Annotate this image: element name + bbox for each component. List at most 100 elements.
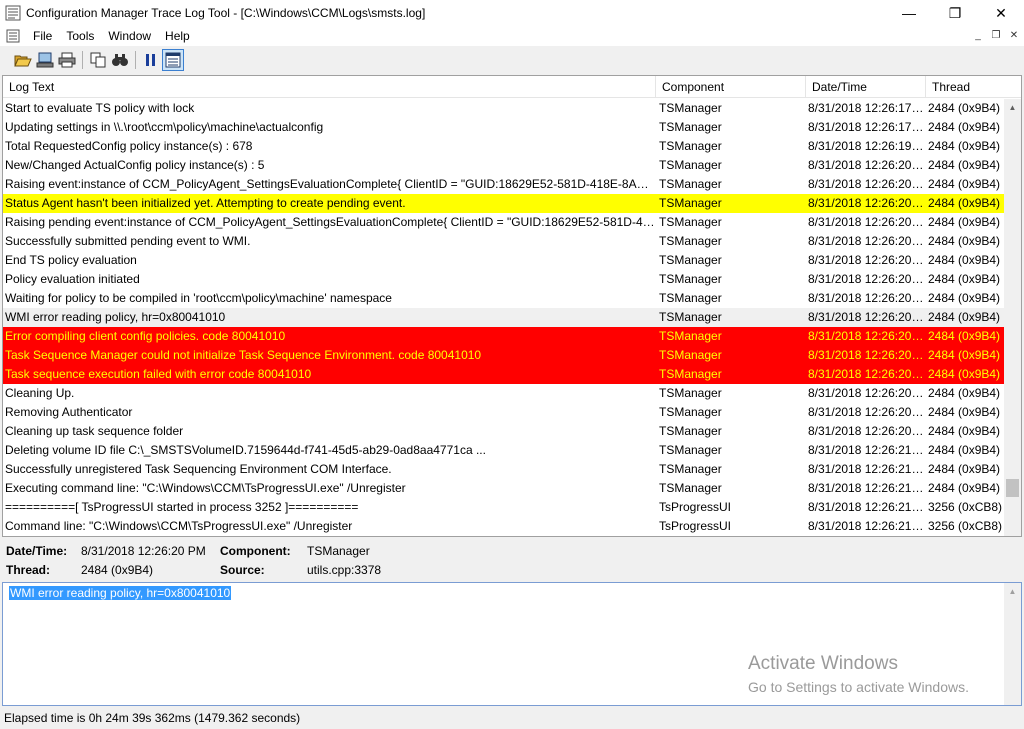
scroll-up-icon[interactable]: ▲ [1004,99,1021,116]
cell-datetime: 8/31/2018 12:26:20 PM [808,348,926,362]
print-icon[interactable] [56,49,78,71]
list-scrollbar[interactable]: ▲ [1004,99,1021,536]
cell-component: TSManager [659,158,722,172]
cell-thread: 2484 (0x9B4) [928,405,1001,419]
table-row[interactable]: Raising pending event:instance of CCM_Po… [3,213,1006,232]
table-row[interactable]: New/Changed ActualConfig policy instance… [3,156,1006,175]
table-row[interactable]: Policy evaluation initiated TSManager 8/31… [3,270,1006,289]
details-panel: Date/Time: 8/31/2018 12:26:20 PM Thread:… [0,538,1024,582]
table-row[interactable]: Total RequestedConfig policy instance(s)… [3,137,1006,156]
table-row[interactable]: End TS policy evaluation TSManager 8/31/20… [3,251,1006,270]
mdi-close-button[interactable]: ✕ [1006,28,1022,42]
pause-icon[interactable] [140,49,162,71]
cell-component: TSManager [659,120,722,134]
selected-message-text[interactable]: WMI error reading policy, hr=0x80041010 [9,586,232,600]
cell-thread: 2484 (0x9B4) [928,139,1001,153]
close-button[interactable]: ✕ [978,0,1024,26]
cell-log-text: ==========[ TsProgressUI started in proc… [5,500,359,514]
cell-thread: 2484 (0x9B4) [928,234,1001,248]
message-scrollbar[interactable]: ▲ [1004,583,1021,705]
cell-component: TSManager [659,272,722,286]
mdi-restore-button[interactable]: ❐ [988,28,1004,42]
cell-log-text: Policy evaluation initiated [5,272,140,286]
thread-label: Thread: [6,563,51,577]
table-row[interactable]: Cleaning Up. TSManager 8/31/2018 12:26:20 … [3,384,1006,403]
cell-datetime: 8/31/2018 12:26:21 PM [808,443,926,457]
cell-log-text: Deleting volume ID file C:\_SMSTSVolumeI… [5,443,486,457]
cell-log-text: Successfully submitted pending event to … [5,234,251,248]
table-row[interactable]: WMI error reading policy, hr=0x80041010 T… [3,308,1006,327]
scroll-thumb[interactable] [1006,479,1019,497]
open-icon[interactable] [12,49,34,71]
cell-thread: 2484 (0x9B4) [928,367,1001,381]
mdi-minimize-button[interactable]: _ [970,28,986,42]
table-row[interactable]: Updating settings in \\.\root\ccm\policy… [3,118,1006,137]
table-row[interactable]: Error compiling client config policies. … [3,327,1006,346]
table-row[interactable]: Successfully submitted pending event to … [3,232,1006,251]
show-details-icon[interactable] [162,49,184,71]
table-row[interactable]: Task Sequence Manager could not initiali… [3,346,1006,365]
cell-component: TSManager [659,481,722,495]
cell-thread: 2484 (0x9B4) [928,101,1001,115]
cell-component: TSManager [659,424,722,438]
table-row[interactable]: Command line: "C:\Windows\CCM\TsProgress… [3,517,1006,536]
column-header-log-text[interactable]: Log Text [3,76,656,98]
column-header-thread[interactable]: Thread [926,76,1021,98]
open-remote-icon[interactable] [34,49,56,71]
cell-thread: 3256 (0xCB8) [928,519,1003,533]
table-row[interactable]: Task sequence execution failed with erro… [3,365,1006,384]
cell-thread: 2484 (0x9B4) [928,177,1001,191]
scroll-up-icon[interactable]: ▲ [1004,583,1021,600]
cell-log-text: Task sequence execution failed with erro… [5,367,312,381]
cell-log-text: WMI error reading policy, hr=0x80041010 [5,310,226,324]
table-row[interactable]: Cleaning up task sequence folder TSManage… [3,422,1006,441]
toolbar-separator [82,51,83,69]
title-bar: Configuration Manager Trace Log Tool - [… [0,0,1024,26]
cell-log-text: Raising event:instance of CCM_PolicyAgen… [5,177,656,191]
cell-thread: 2484 (0x9B4) [928,120,1001,134]
log-list[interactable]: Log Text Component Date/Time Thread Star… [2,75,1022,537]
find-icon[interactable] [109,49,131,71]
table-row[interactable]: Status Agent hasn't been initialized yet… [3,194,1006,213]
cell-thread: 2484 (0x9B4) [928,158,1001,172]
component-label: Component: [220,544,291,558]
cell-datetime: 8/31/2018 12:26:20 PM [808,386,926,400]
cell-log-text: Error compiling client config policies. … [5,329,286,343]
window-title: Configuration Manager Trace Log Tool - [… [26,6,426,20]
table-row[interactable]: Start to evaluate TS policy with lock TSM… [3,99,1006,118]
cell-component: TSManager [659,405,722,419]
cell-component: TSManager [659,443,722,457]
list-header: Log Text Component Date/Time Thread [3,76,1021,98]
copy-icon[interactable] [87,49,109,71]
cell-component: TSManager [659,310,722,324]
table-row[interactable]: Removing Authenticator TSManager 8/31/2018… [3,403,1006,422]
cell-datetime: 8/31/2018 12:26:20 PM [808,405,926,419]
table-row[interactable]: Raising event:instance of CCM_PolicyAgen… [3,175,1006,194]
cell-log-text: Status Agent hasn't been initialized yet… [5,196,406,210]
cell-log-text: Removing Authenticator [5,405,133,419]
cell-log-text: Waiting for policy to be compiled in 'ro… [5,291,392,305]
column-header-datetime[interactable]: Date/Time [806,76,926,98]
menu-window[interactable]: Window [101,29,158,43]
column-header-component[interactable]: Component [656,76,806,98]
cell-thread: 2484 (0x9B4) [928,443,1001,457]
toolbar-separator [135,51,136,69]
table-row[interactable]: Successfully unregistered Task Sequencin… [3,460,1006,479]
minimize-button[interactable]: — [886,0,932,26]
table-row[interactable]: Waiting for policy to be compiled in 'ro… [3,289,1006,308]
menu-tools[interactable]: Tools [59,29,101,43]
document-icon[interactable] [6,29,20,43]
cell-thread: 2484 (0x9B4) [928,310,1001,324]
cell-thread: 2484 (0x9B4) [928,215,1001,229]
cell-datetime: 8/31/2018 12:26:20 PM [808,215,926,229]
maximize-button[interactable]: ❐ [932,0,978,26]
cell-component: TSManager [659,329,722,343]
menu-help[interactable]: Help [158,29,197,43]
menu-file[interactable]: File [26,29,59,43]
cell-component: TSManager [659,177,722,191]
table-row[interactable]: ==========[ TsProgressUI started in proc… [3,498,1006,517]
table-row[interactable]: Executing command line: "C:\Windows\CCM\… [3,479,1006,498]
cell-component: TsProgressUI [659,519,732,533]
table-row[interactable]: Deleting volume ID file C:\_SMSTSVolumeI… [3,441,1006,460]
status-bar: Elapsed time is 0h 24m 39s 362ms (1479.3… [0,708,1024,729]
